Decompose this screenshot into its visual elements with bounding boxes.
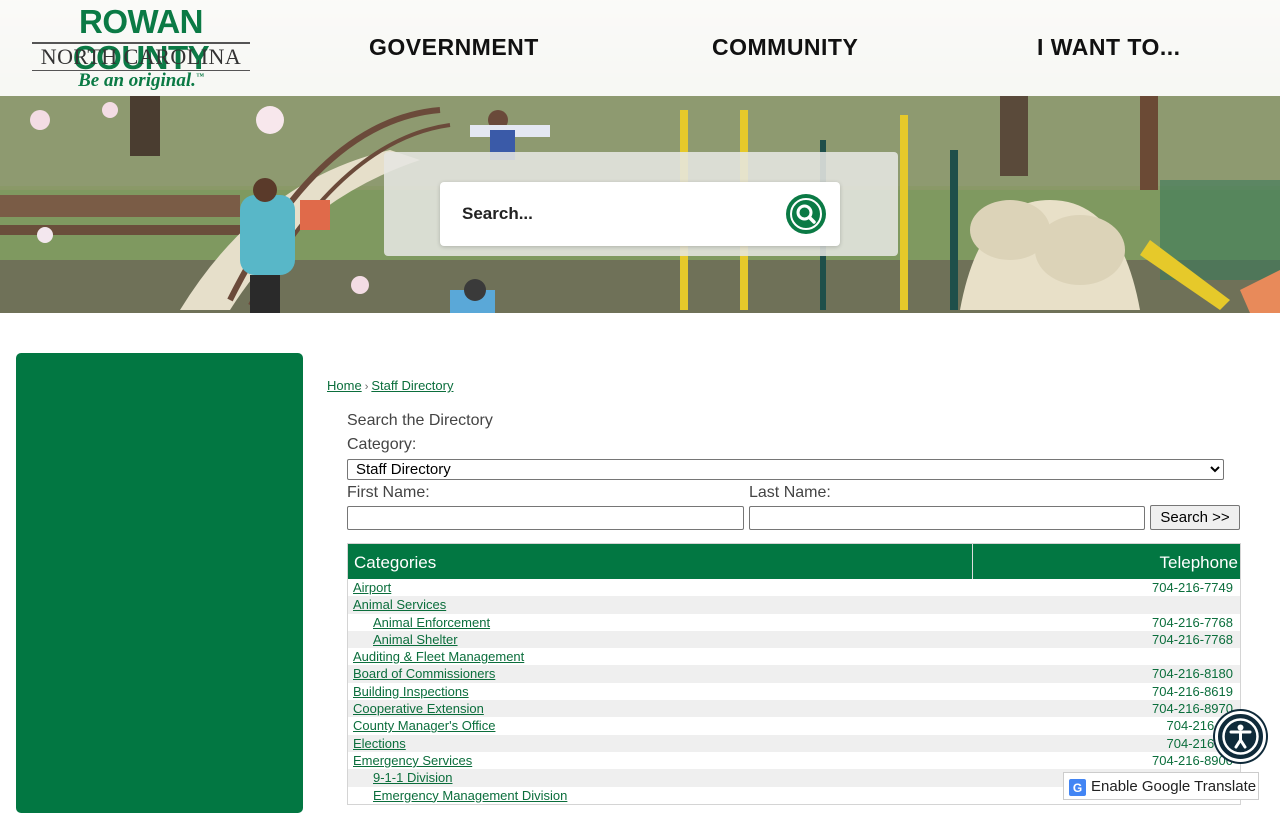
directory-link[interactable]: Animal Services — [353, 596, 446, 613]
table-row: Emergency Services 704-216-8900 — [348, 752, 1240, 769]
first-name-label: First Name: — [347, 484, 430, 501]
rowan-county-logo[interactable]: ROWAN COUNTY NORTH CAROLINA Be an origin… — [14, 4, 268, 92]
last-name-label: Last Name: — [749, 484, 831, 501]
logo-tagline: Be an original.™ — [78, 70, 204, 91]
svg-text:G: G — [1073, 781, 1082, 795]
google-translate-icon: G — [1069, 779, 1086, 796]
search-panel — [384, 152, 898, 256]
google-translate-button[interactable]: G Enable Google Translate — [1063, 772, 1259, 800]
directory-link[interactable]: Elections — [353, 735, 406, 752]
phone-number: 704-216-8180 — [1152, 666, 1233, 682]
breadcrumb: Home › Staff Directory — [327, 378, 453, 393]
directory-heading: Search the Directory — [347, 412, 493, 429]
directory-search-button[interactable]: Search >> — [1150, 505, 1240, 530]
directory-link[interactable]: Animal Shelter — [373, 631, 458, 648]
table-row: Board of Commissioners 704-216-8180 — [348, 665, 1240, 683]
table-row: Elections 704-216-81 — [348, 734, 1240, 752]
search-input[interactable] — [462, 200, 762, 228]
directory-link[interactable]: Cooperative Extension — [353, 700, 484, 717]
table-body: Airport 704-216-7749 Animal Services Animal… — [348, 579, 1240, 804]
phone-number: 704-216-8619 — [1152, 683, 1233, 699]
table-row: Cooperative Extension 704-216-8970 — [348, 700, 1240, 718]
directory-link[interactable]: County Manager's Office — [353, 717, 495, 734]
table-row: Animal Shelter 704-216-7768 — [348, 630, 1240, 649]
site-header: ROWAN COUNTY NORTH CAROLINA Be an origin… — [0, 0, 1280, 96]
phone-number: 704-216-7768 — [1152, 631, 1233, 647]
directory-link[interactable]: 9-1-1 Division — [373, 769, 452, 786]
directory-table: Categories Telephone Airport 704-216-7749… — [347, 543, 1241, 805]
table-row: Animal Enforcement 704-216-7768 — [348, 614, 1240, 631]
table-row: Building Inspections 704-216-8619 — [348, 683, 1240, 700]
column-telephone: Telephone — [972, 544, 1240, 579]
nav-government[interactable]: GOVERNMENT — [369, 34, 539, 61]
accessibility-icon — [1222, 718, 1259, 755]
category-label: Category: — [347, 436, 417, 453]
last-name-field[interactable] — [749, 506, 1145, 530]
nav-community[interactable]: COMMUNITY — [712, 34, 858, 61]
table-row: Airport 704-216-7749 — [348, 579, 1240, 596]
directory-link[interactable]: Building Inspections — [353, 683, 469, 700]
sidebar — [16, 353, 303, 813]
directory-link[interactable]: Emergency Management Division — [373, 787, 567, 804]
directory-link[interactable]: Board of Commissioners — [353, 665, 495, 682]
phone-number: 704-216-7768 — [1152, 614, 1233, 630]
first-name-field[interactable] — [347, 506, 744, 530]
logo-subtitle: NORTH CAROLINA — [40, 44, 242, 69]
column-categories: Categories — [354, 553, 437, 572]
table-row: Animal Services — [348, 596, 1240, 614]
table-header: Categories Telephone — [348, 544, 1240, 579]
category-select[interactable]: Staff Directory — [347, 459, 1224, 480]
search-button[interactable] — [786, 194, 826, 234]
directory-link[interactable]: Auditing & Fleet Management — [353, 648, 524, 665]
directory-link[interactable]: Animal Enforcement — [373, 614, 490, 631]
breadcrumb-staff-directory[interactable]: Staff Directory — [371, 378, 453, 393]
table-row: Auditing & Fleet Management — [348, 648, 1240, 665]
phone-number: 704-216-7749 — [1152, 580, 1233, 595]
breadcrumb-home[interactable]: Home — [327, 378, 362, 393]
search-box — [440, 182, 840, 246]
search-icon — [790, 198, 822, 230]
breadcrumb-separator: › — [364, 381, 369, 393]
translate-label: Enable Google Translate — [1091, 778, 1257, 795]
directory-link[interactable]: Airport — [353, 579, 391, 596]
nav-i-want-to[interactable]: I WANT TO... — [1037, 34, 1181, 61]
accessibility-button[interactable] — [1215, 711, 1266, 762]
table-row: County Manager's Office 704-216-81 — [348, 717, 1240, 734]
directory-link[interactable]: Emergency Services — [353, 752, 472, 769]
